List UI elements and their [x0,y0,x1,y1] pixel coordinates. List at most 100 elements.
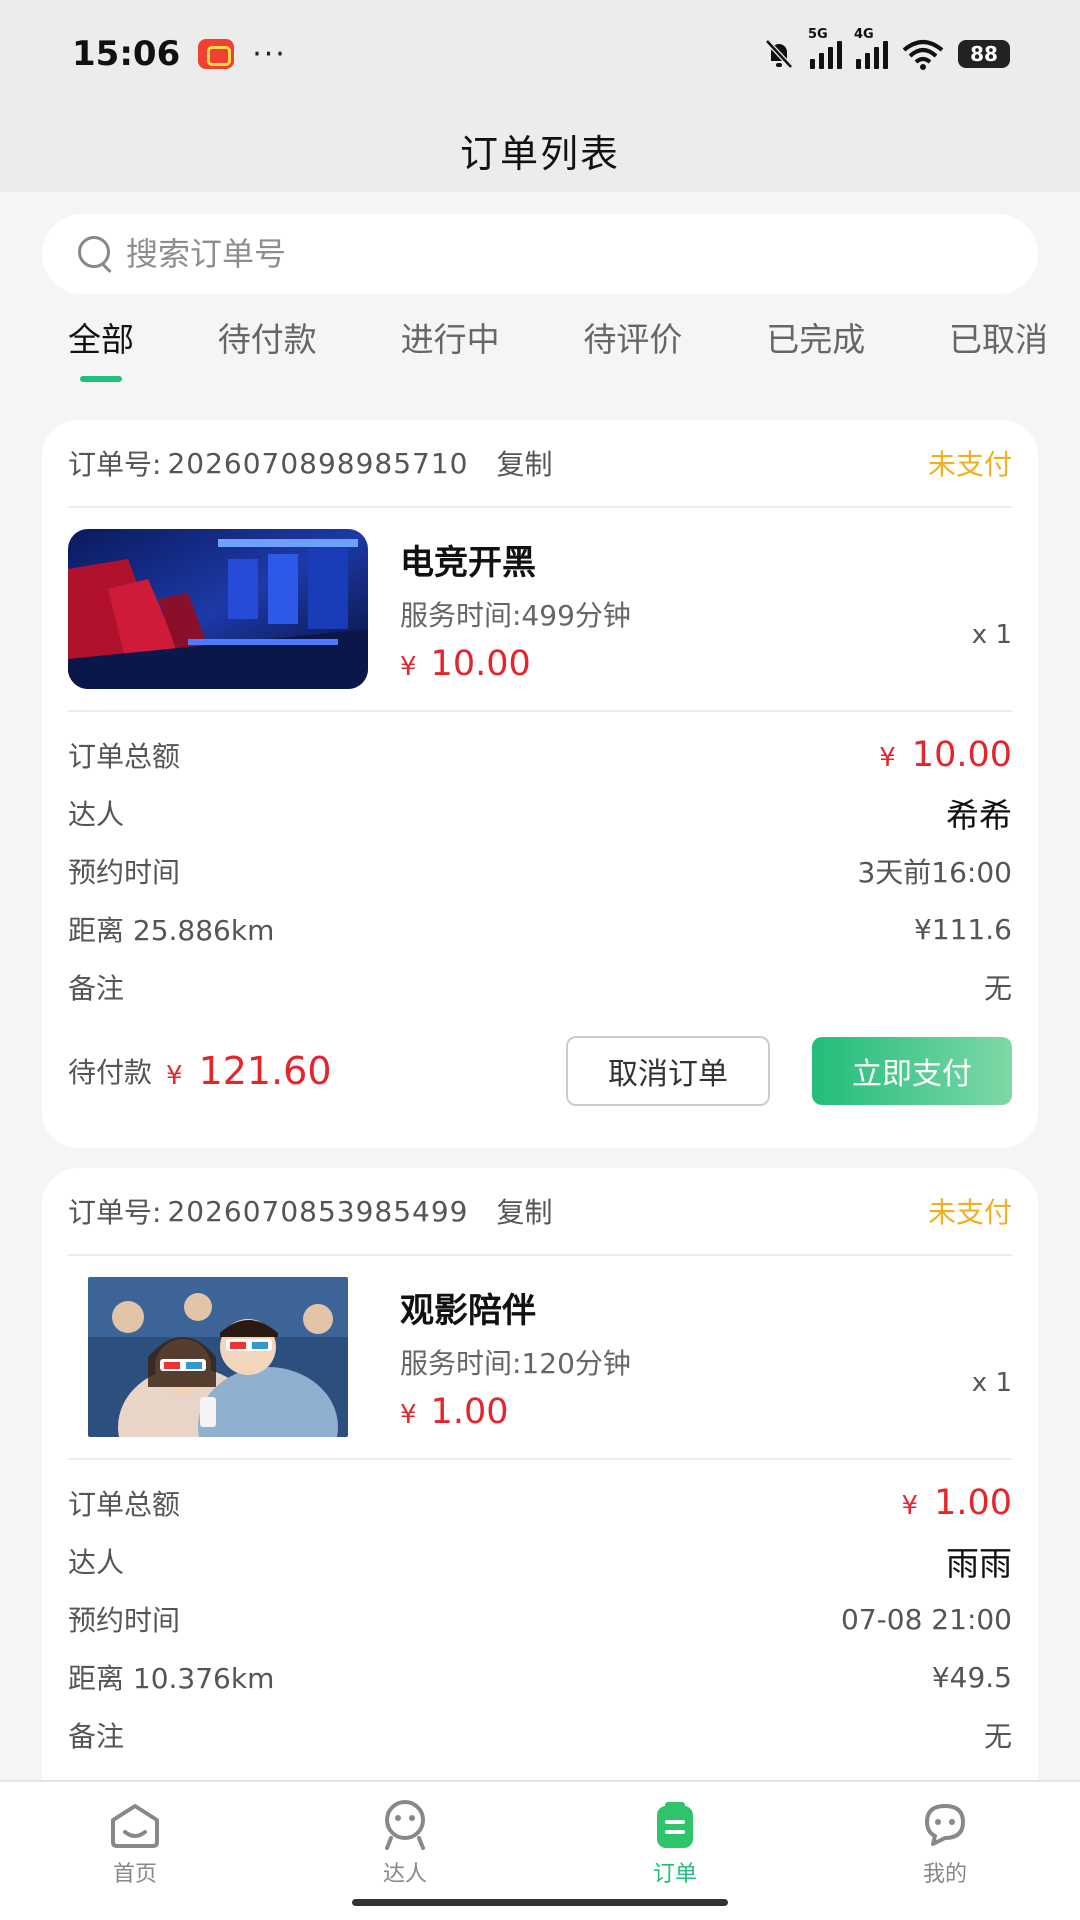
network-5g-label: 5G [808,27,828,42]
talent-label: 达人 [68,1546,125,1579]
remark-value: 无 [983,972,1012,1005]
total-row: 订单总额 ¥10.00 [68,726,1012,784]
app-notification-icon [198,39,235,69]
pay-now-button[interactable]: 立即支付 [812,1037,1012,1105]
distance-fee: ¥111.6 [914,912,1012,946]
total-label: 订单总额 [68,740,181,773]
talent-name: 雨雨 [946,1544,1012,1583]
talent-icon [385,1800,425,1850]
order-details: 订单总额 ¥10.00 达人 希希 预约时间 3天前16:00 距离 25.88… [68,712,1012,1016]
title-bar: 订单列表 [0,108,1080,192]
booking-label: 预约时间 [68,1604,181,1637]
status-bar: 15:06 ··· 5G 4G 88 [0,0,1080,108]
tab-completed[interactable]: 已完成 [766,310,865,390]
tab-cancelled[interactable]: 已取消 [949,310,1048,390]
product-price: ¥1.00 [400,1392,631,1432]
signal-4g-icon: 4G [854,27,888,69]
total-amount: ¥1.00 [902,1483,1012,1523]
order-status-tabs: 全部 待付款 进行中 待评价 已完成 已取消 [0,310,1080,390]
order-header: 订单号: 2026070853985499 复制 未支付 [68,1168,1012,1256]
product-image-movie [88,1277,348,1437]
search-bar[interactable] [42,214,1038,294]
distance-label: 距离 25.886km [68,914,275,947]
order-footer: 待付款 ¥121.60 取消订单 立即支付 [68,1016,1012,1126]
product-row[interactable]: 观影陪伴 服务时间:120分钟 ¥1.00 x 1 [68,1256,1012,1460]
booking-row: 预约时间 07-08 21:00 [68,1590,1012,1648]
order-details: 订单总额 ¥1.00 达人 雨雨 预约时间 07-08 21:00 距离 10.… [68,1460,1012,1764]
copy-button[interactable]: 复制 [496,443,552,483]
service-time: 服务时间:499分钟 [400,598,631,632]
nav-label-home: 首页 [112,1862,157,1887]
talent-row: 达人 雨雨 [68,1532,1012,1590]
amount-due: ¥121.60 [166,1049,332,1093]
currency-symbol: ¥ [166,1061,183,1091]
product-row[interactable]: 电竞开黑 服务时间:499分钟 ¥10.00 x 1 [68,508,1012,712]
currency-symbol: ¥ [400,651,417,682]
price-value: 10.00 [430,643,531,684]
currency-symbol: ¥ [400,1399,417,1430]
nav-item-profile[interactable]: 我的 [810,1782,1080,1920]
status-badge: 未支付 [927,448,1012,481]
distance-fee: ¥49.5 [931,1660,1012,1694]
search-icon [76,234,116,274]
product-info: 电竞开黑 服务时间:499分钟 ¥10.00 [400,535,631,684]
page-title: 订单列表 [459,131,620,176]
wifi-icon [902,40,944,70]
talent-label: 达人 [68,798,125,831]
remark-value: 无 [983,1720,1012,1753]
nav-item-home[interactable]: 首页 [0,1782,270,1920]
total-label: 订单总额 [68,1488,181,1521]
remark-row: 备注 无 [68,958,1012,1016]
order-icon [657,1802,693,1848]
total-value: 10.00 [911,735,1012,775]
distance-row: 距离 10.376km ¥49.5 [68,1648,1012,1706]
order-card[interactable]: 订单号: 2026070853985499 复制 未支付 观影陪伴 服务时间:1… [42,1168,1038,1808]
status-badge: 未支付 [927,1196,1012,1229]
tab-pending-payment[interactable]: 待付款 [218,310,317,390]
currency-symbol: ¥ [879,743,896,773]
tab-pending-review[interactable]: 待评价 [583,310,682,390]
product-name: 观影陪伴 [400,1290,536,1331]
total-amount: ¥10.00 [879,735,1012,775]
home-indicator[interactable] [352,1899,728,1906]
quantity: x 1 [971,1368,1012,1398]
nav-label-talent: 达人 [382,1862,427,1887]
copy-button[interactable]: 复制 [496,1191,552,1231]
remark-label: 备注 [68,972,125,1005]
product-info: 观影陪伴 服务时间:120分钟 ¥1.00 [400,1283,631,1432]
amount-due-value: 121.60 [198,1049,332,1093]
distance-row: 距离 25.886km ¥111.6 [68,900,1012,958]
order-number: 2026070853985499 [167,1194,469,1228]
tab-in-progress[interactable]: 进行中 [401,310,500,390]
search-input[interactable] [126,235,976,273]
booking-row: 预约时间 3天前16:00 [68,842,1012,900]
cancel-order-button[interactable]: 取消订单 [566,1036,770,1106]
booking-time: 07-08 21:00 [841,1602,1012,1636]
quantity: x 1 [971,620,1012,650]
product-image-esports [68,529,368,689]
product-name: 电竞开黑 [400,542,536,583]
service-time: 服务时间:120分钟 [400,1346,631,1380]
product-price: ¥10.00 [400,644,631,684]
status-right: 5G 4G 88 [762,27,1010,71]
chat-profile-icon [925,1804,965,1846]
booking-time: 3天前16:00 [857,856,1012,889]
total-value: 1.00 [934,1483,1012,1523]
nav-label-profile: 我的 [922,1862,967,1887]
currency-symbol: ¥ [901,1491,919,1521]
distance-label: 距离 10.376km [68,1662,275,1695]
tab-all[interactable]: 全部 [68,310,134,390]
talent-name: 希希 [946,796,1012,835]
status-time: 15:06 [72,34,181,74]
status-left: 15:06 ··· [72,34,287,74]
total-row: 订单总额 ¥1.00 [68,1474,1012,1532]
order-card[interactable]: 订单号: 2026070898985710 复制 未支付 电竞开黑 服务时间:4… [42,420,1038,1148]
remark-row: 备注 无 [68,1706,1012,1764]
battery-icon: 88 [958,40,1010,68]
talent-row: 达人 希希 [68,784,1012,842]
network-4g-label: 4G [854,27,874,42]
order-number: 2026070898985710 [167,446,469,480]
remark-label: 备注 [68,1720,125,1753]
booking-label: 预约时间 [68,856,181,889]
price-value: 1.00 [430,1391,509,1432]
